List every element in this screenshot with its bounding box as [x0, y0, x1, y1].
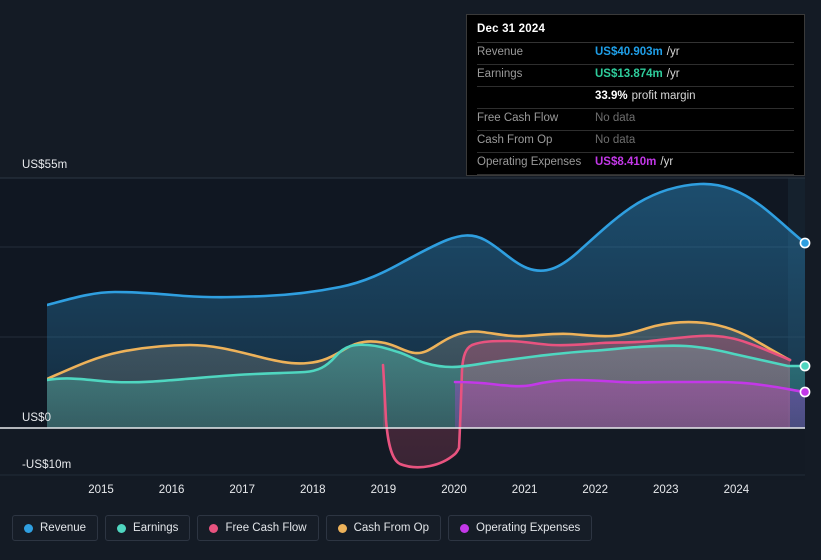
- legend-color-dot-icon: [460, 523, 470, 533]
- x-axis-tick-2018: 2018: [300, 484, 326, 496]
- x-axis-tick-2016: 2016: [158, 484, 185, 496]
- tooltip-row-label: Earnings: [477, 68, 523, 80]
- legend-item-label: Free Cash Flow: [225, 522, 307, 534]
- tooltip-row-value: US$8.410m: [595, 156, 657, 168]
- tooltip-row-label: Operating Expenses: [477, 156, 582, 168]
- legend-item-earnings[interactable]: Earnings: [105, 515, 191, 541]
- tooltip-row-suffix: /yr: [666, 46, 680, 58]
- legend-color-dot-icon: [209, 523, 219, 533]
- tooltip-row: Free Cash Flow No data: [477, 109, 794, 131]
- tooltip-row-value: US$40.903m: [595, 46, 663, 58]
- tooltip-row: Cash From Op No data: [477, 131, 794, 153]
- x-axis-tick-2022: 2022: [582, 484, 608, 496]
- tooltip-row-label: Revenue: [477, 46, 524, 58]
- tooltip-row: Operating Expenses US$8.410m/yr: [477, 153, 794, 175]
- legend-item-label: Operating Expenses: [476, 522, 581, 534]
- tooltip-rows: Revenue US$40.903m/yr Earnings US$13.874m/y…: [477, 43, 794, 175]
- legend-item-operating-expenses[interactable]: Operating Expenses: [448, 515, 593, 541]
- x-axis: 2015 2016 2017 2018 2019 2020 2021 2022 2023 2024: [0, 484, 821, 500]
- data-tooltip: Dec 31 2024 Revenue US$40.903m/yr Earnings…: [466, 14, 805, 176]
- y-axis-label-top: US$55m: [22, 159, 68, 171]
- legend-color-dot-icon: [24, 523, 33, 533]
- endpoint-operating-expenses: [799, 386, 811, 398]
- endpoint-earnings: [799, 360, 811, 372]
- legend-item-label: Cash From Op: [353, 522, 430, 534]
- chart-legend: Revenue Earnings Free Cash Flow Cash From O…: [12, 515, 593, 541]
- tooltip-row-suffix: /yr: [660, 156, 674, 168]
- tooltip-row-label: Free Cash Flow: [477, 112, 559, 124]
- endpoint-revenue: [799, 237, 811, 249]
- y-axis-label-zero: US$0: [22, 412, 52, 424]
- tooltip-row-suffix: profit margin: [631, 90, 696, 102]
- tooltip-row-label: Cash From Op: [477, 134, 553, 146]
- tooltip-date: Dec 31 2024: [477, 15, 794, 43]
- legend-item-label: Earnings: [133, 522, 179, 534]
- tooltip-row: 33.9% profit margin: [477, 87, 794, 109]
- legend-item-label: Revenue: [40, 522, 87, 534]
- x-axis-tick-2017: 2017: [229, 484, 255, 496]
- x-axis-tick-2019: 2019: [370, 484, 397, 496]
- tooltip-row: Earnings US$13.874m/yr: [477, 65, 794, 87]
- x-axis-tick-2023: 2023: [653, 484, 679, 496]
- legend-item-revenue[interactable]: Revenue: [12, 515, 99, 541]
- tooltip-row-value: 33.9%: [595, 90, 628, 102]
- y-axis-label-negative: -US$10m: [22, 459, 72, 471]
- tooltip-row-value: No data: [595, 112, 636, 124]
- legend-item-free-cash-flow[interactable]: Free Cash Flow: [197, 515, 319, 541]
- tooltip-row-value: US$13.874m: [595, 68, 663, 80]
- tooltip-row-suffix: /yr: [666, 68, 680, 80]
- tooltip-row-value: No data: [595, 134, 636, 146]
- legend-color-dot-icon: [337, 523, 347, 533]
- legend-item-cash-from-op[interactable]: Cash From Op: [325, 515, 442, 541]
- financial-chart: US$55m US$0 -US$10m 2015 2016 2017 2018 2019…: [0, 0, 821, 560]
- x-axis-tick-2021: 2021: [511, 484, 538, 496]
- x-axis-tick-2024: 2024: [723, 484, 750, 496]
- x-axis-tick-2020: 2020: [441, 484, 467, 496]
- legend-color-dot-icon: [117, 523, 127, 533]
- tooltip-row: Revenue US$40.903m/yr: [477, 43, 794, 65]
- x-axis-tick-2015: 2015: [88, 484, 114, 496]
